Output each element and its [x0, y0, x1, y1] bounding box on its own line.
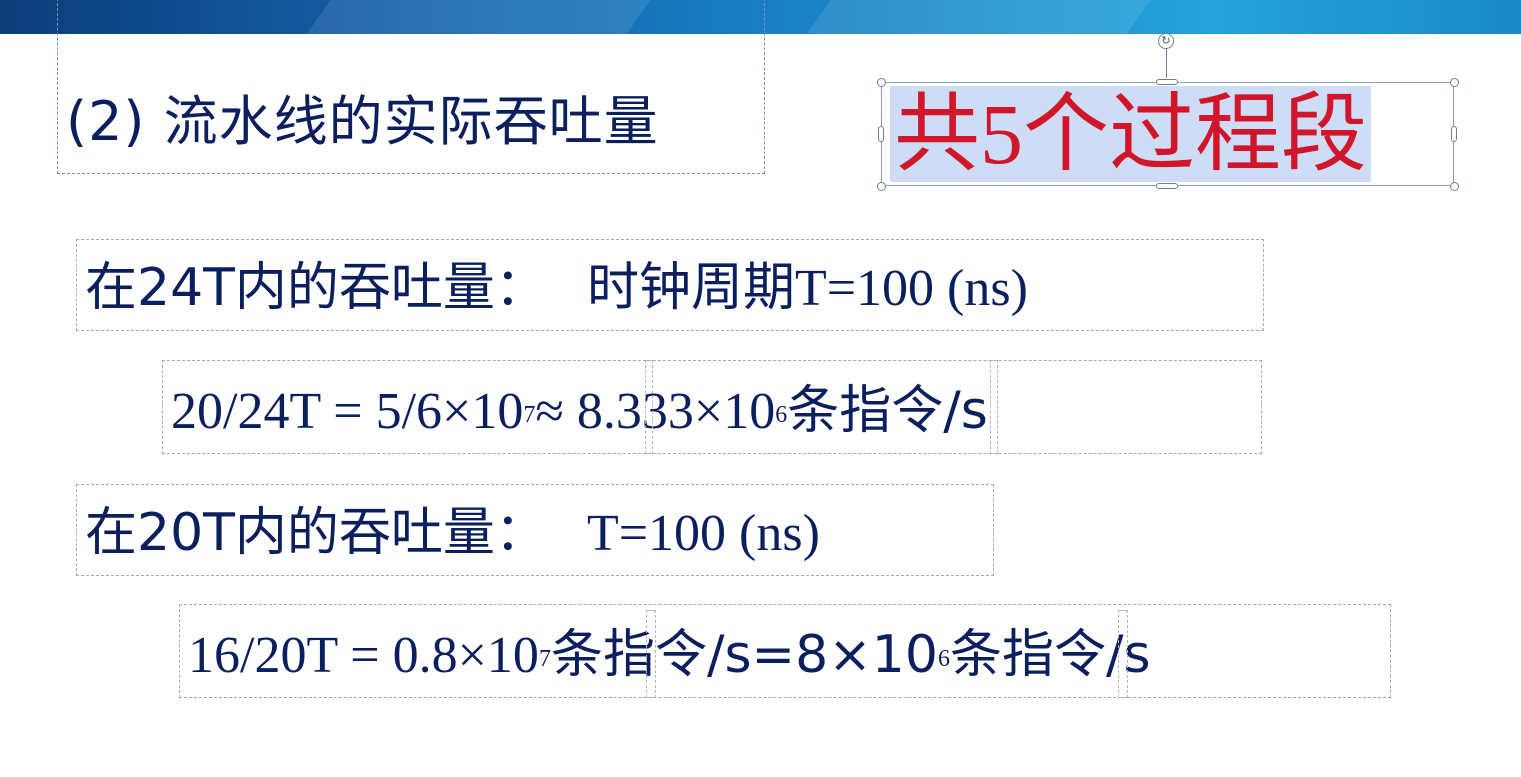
resize-handle-top[interactable]	[1156, 79, 1178, 85]
textbox-line-20t[interactable]: 在20T内的吞吐量： T=100 (ns)	[76, 484, 994, 576]
resize-handle-left[interactable]	[878, 126, 884, 142]
exponent-box[interactable]	[645, 360, 653, 454]
exponent-7: 7	[523, 402, 536, 428]
rotate-connector	[1166, 48, 1167, 78]
clock-period-text: 时钟周期T=100 (ns)	[586, 258, 1028, 318]
resize-handle-bottom-right[interactable]	[1450, 182, 1459, 191]
clock-period-text-20t: T=100 (ns)	[586, 505, 820, 562]
exponent-box[interactable]	[1118, 610, 1128, 698]
resize-handle-top-right[interactable]	[1450, 78, 1459, 87]
title-placeholder[interactable]: (2) 流水线的实际吞吐量	[57, 0, 765, 174]
resize-handle-right[interactable]	[1451, 126, 1457, 142]
exponent-6: 6	[775, 402, 788, 428]
exponent-6: 6	[937, 646, 950, 672]
rotate-handle-icon[interactable]: ↻	[1158, 33, 1174, 49]
formula-24t-part-a: 20/24T = 5/6×10	[171, 383, 524, 440]
resize-handle-top-left[interactable]	[877, 78, 886, 87]
label-24t: 在24T内的吞吐量：	[85, 258, 547, 318]
formula-24t-part-b: ≈ 8.333×10	[535, 383, 776, 440]
textbox-line-24t[interactable]: 在24T内的吞吐量： 时钟周期T=100 (ns)	[76, 239, 1264, 331]
label-20t: 在20T内的吞吐量：	[85, 503, 547, 563]
resize-handle-bottom-left[interactable]	[877, 182, 886, 191]
exponent-box[interactable]	[646, 610, 656, 698]
callout-text[interactable]: 共5个过程段	[890, 86, 1371, 182]
formula-20t-part-b: 条指令/s=8×10	[550, 625, 938, 685]
resize-handle-bottom[interactable]	[1156, 183, 1178, 189]
textbox-formula-24t[interactable]: 20/24T = 5/6×107≈ 8.333×106条指令/s	[162, 360, 1262, 454]
formula-20t-part-a: 16/20T = 0.8×10	[188, 627, 539, 684]
unit-instr-per-sec: 条指令/s	[787, 381, 988, 441]
banner-highlight	[781, 0, 1179, 34]
exponent-7: 7	[538, 646, 551, 672]
exponent-box[interactable]	[990, 360, 998, 454]
slide-title: (2) 流水线的实际吞吐量	[66, 90, 659, 153]
textbox-formula-20t[interactable]: 16/20T = 0.8×107条指令/s=8×106条指令/s	[179, 604, 1391, 698]
